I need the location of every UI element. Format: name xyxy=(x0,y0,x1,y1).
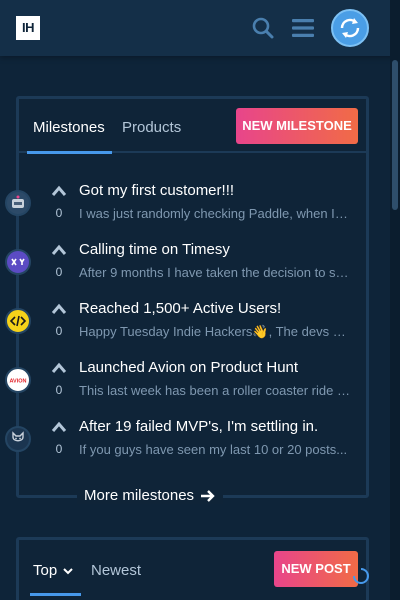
milestone-item[interactable]: AVION 0 Launched Avion on Product Hunt T… xyxy=(5,357,366,416)
milestone-item[interactable]: 0 Calling time on Timesy After 9 months … xyxy=(5,239,366,298)
milestone-description[interactable]: Happy Tuesday Indie Hackers👋, The devs h… xyxy=(79,324,351,340)
upvote-arrow-icon[interactable] xyxy=(51,244,67,256)
milestone-description[interactable]: After 9 months I have taken the decision… xyxy=(79,265,351,280)
milestones-card: Milestones Products NEW MILESTONE 0 Got … xyxy=(5,96,369,504)
robot-logo-icon xyxy=(5,190,31,216)
milestone-title[interactable]: Reached 1,500+ Active Users! xyxy=(79,300,354,317)
milestone-title[interactable]: Got my first customer!!! xyxy=(79,182,354,199)
more-milestones-label: More milestones xyxy=(84,487,195,504)
tab-newest[interactable]: Newest xyxy=(91,562,141,579)
top-navigation-bar: IH xyxy=(0,0,400,56)
vote-count: 0 xyxy=(55,442,63,456)
cat-logo-icon xyxy=(5,426,31,452)
milestones-card-header: Milestones Products NEW MILESTONE xyxy=(19,99,366,154)
milestone-item[interactable]: 0 Got my first customer!!! I was just ra… xyxy=(5,180,366,239)
milestone-title[interactable]: After 19 failed MVP's, I'm settling in. xyxy=(79,418,354,435)
upvote-arrow-icon[interactable] xyxy=(51,421,67,433)
upvote-control[interactable]: 0 xyxy=(51,184,67,220)
upvote-control[interactable]: 0 xyxy=(51,361,67,397)
upvote-control[interactable]: 0 xyxy=(51,243,67,279)
active-tab-indicator xyxy=(30,593,81,596)
chevron-down-icon xyxy=(63,567,73,574)
scrollbar-track[interactable] xyxy=(390,0,400,600)
arrow-right-icon xyxy=(201,489,215,502)
more-milestones-link[interactable]: More milestones xyxy=(77,487,224,504)
tab-milestones[interactable]: Milestones xyxy=(33,119,105,136)
active-tab-indicator xyxy=(27,151,112,154)
upvote-control[interactable]: 0 xyxy=(51,302,67,338)
milestone-item[interactable]: 0 Reached 1,500+ Active Users! Happy Tue… xyxy=(5,298,366,357)
new-milestone-button[interactable]: NEW MILESTONE xyxy=(236,108,358,144)
vote-count: 0 xyxy=(55,324,63,338)
upvote-arrow-icon[interactable] xyxy=(51,303,67,315)
search-icon[interactable] xyxy=(251,16,275,40)
milestone-description[interactable]: I was just randomly checking Paddle, whe… xyxy=(79,206,351,221)
posts-card: Top Newest NEW POST xyxy=(16,537,369,600)
upvote-arrow-icon[interactable] xyxy=(51,185,67,197)
indie-hackers-logo[interactable]: IH xyxy=(16,16,40,40)
vote-count: 0 xyxy=(55,206,63,220)
loading-spinner-icon xyxy=(353,568,369,584)
tab-top[interactable]: Top xyxy=(33,562,73,579)
avion-logo-icon: AVION xyxy=(5,367,31,393)
svg-text:AVION: AVION xyxy=(9,379,26,385)
upvote-control[interactable]: 0 xyxy=(51,420,67,456)
upvote-arrow-icon[interactable] xyxy=(51,362,67,374)
vote-count: 0 xyxy=(55,265,63,279)
milestone-title[interactable]: Launched Avion on Product Hunt xyxy=(79,359,354,376)
tab-top-label: Top xyxy=(33,562,58,579)
sync-avatar-icon xyxy=(340,18,360,38)
milestone-description[interactable]: If you guys have seen my last 10 or 20 p… xyxy=(79,442,351,457)
milestone-title[interactable]: Calling time on Timesy xyxy=(79,241,354,258)
scrollbar-thumb[interactable] xyxy=(392,60,398,210)
user-avatar[interactable] xyxy=(331,9,369,47)
tab-products[interactable]: Products xyxy=(122,119,181,136)
timesy-logo-icon xyxy=(5,249,31,275)
hamburger-menu-icon[interactable] xyxy=(291,16,315,40)
code-logo-icon xyxy=(5,308,31,334)
vote-count: 0 xyxy=(55,383,63,397)
new-post-button[interactable]: NEW POST xyxy=(274,551,358,587)
milestone-item[interactable]: 0 After 19 failed MVP's, I'm settling in… xyxy=(5,416,366,475)
milestone-description[interactable]: This last week has been a roller coaster… xyxy=(79,383,351,398)
